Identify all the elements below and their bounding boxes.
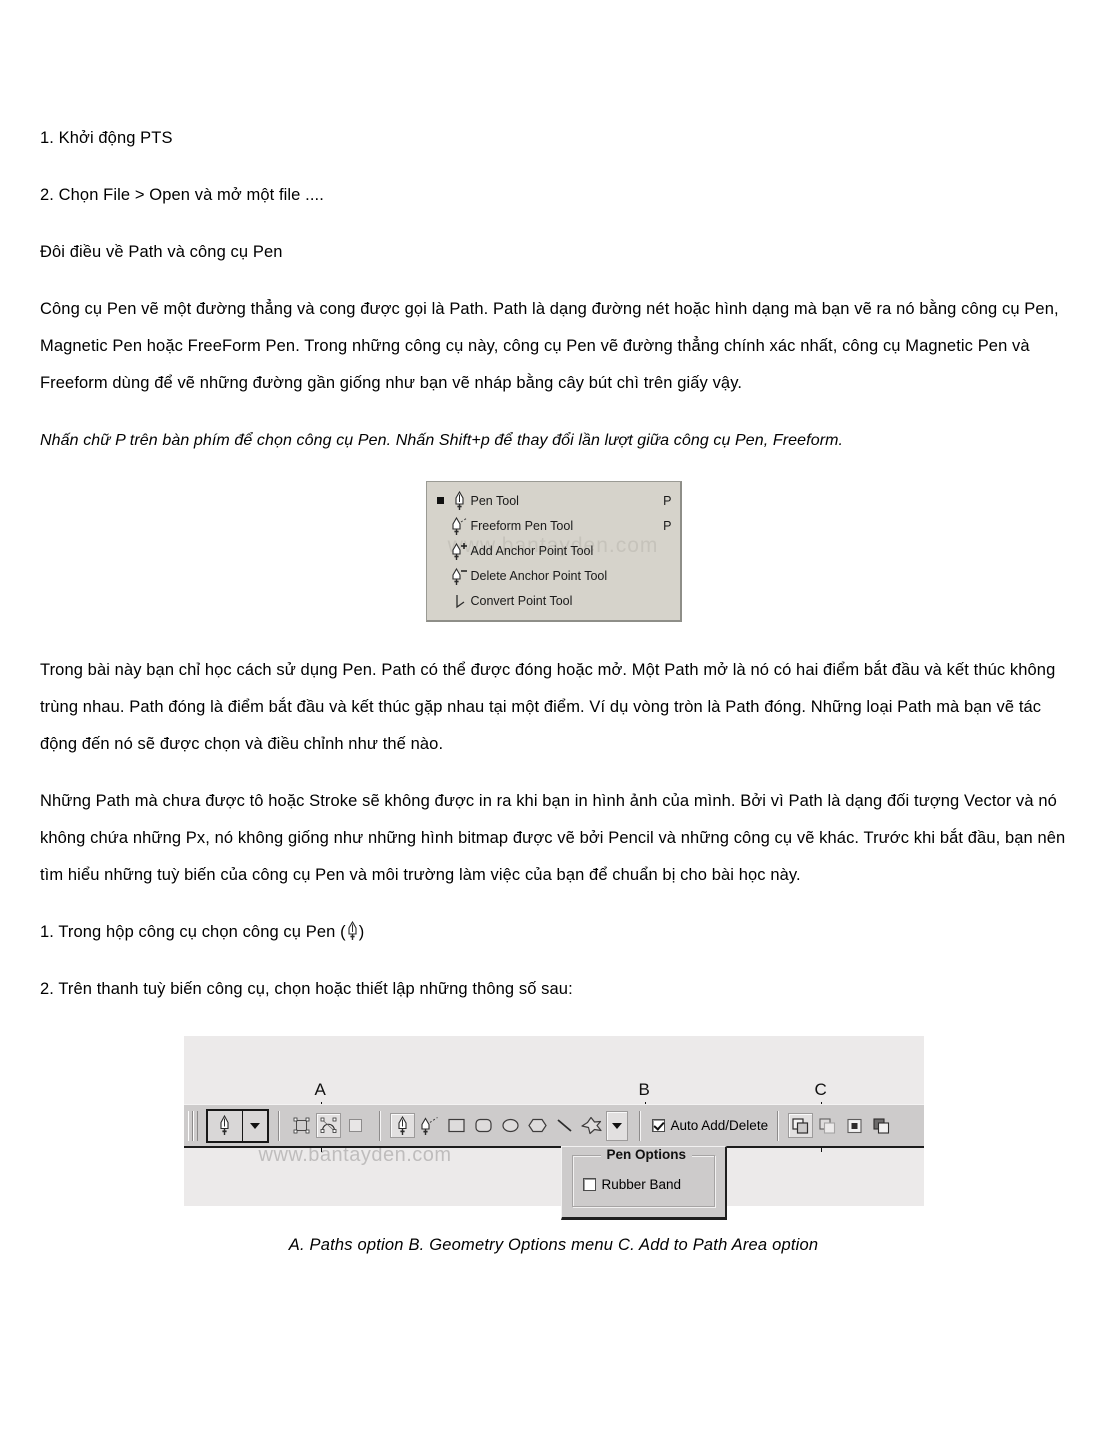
pen-tool-icon: [449, 490, 471, 511]
toolbar-separator: [777, 1110, 780, 1141]
document-page: 1. Khởi động PTS 2. Chọn File > Open và …: [0, 0, 1105, 1430]
step1-text-after: ): [358, 923, 365, 941]
pen-options-title: Pen Options: [600, 1147, 693, 1162]
custom-shape-tool-button[interactable]: [579, 1113, 604, 1138]
menu-item-label: Freeform Pen Tool: [470, 518, 574, 533]
fill-pixels-button[interactable]: [343, 1113, 368, 1138]
add-anchor-point-tool-icon: [449, 541, 471, 561]
toolbar-separator: [378, 1110, 381, 1141]
polygon-tool-button[interactable]: [525, 1113, 550, 1138]
rectangle-tool-button[interactable]: [444, 1113, 469, 1138]
callout-label-c: C: [814, 1080, 827, 1099]
step1-text-before: 1. Trong hộp công cụ chọn công cụ Pen (: [40, 923, 346, 941]
paragraph-8-step1: 1. Trong hộp công cụ chọn công cụ Pen ( …: [40, 914, 1067, 951]
paragraph-2: 2. Chọn File > Open và mở một file ....: [40, 186, 324, 204]
paragraph-4-body: Công cụ Pen vẽ một đường thẳng và cong đ…: [40, 300, 1059, 392]
paragraph-6-body: Trong bài này bạn chỉ học cách sử dụng P…: [40, 661, 1056, 753]
options-bar-figure-canvas: www.bantayden.com A B C Auto Add/Delete …: [183, 1036, 924, 1220]
subtract-from-path-area-button[interactable]: [815, 1113, 840, 1138]
paragraph-3-heading: Đôi điều về Path và công cụ Pen: [40, 243, 283, 261]
freeform-pen-tool-icon: [449, 516, 471, 536]
callout-label-a: A: [314, 1080, 326, 1099]
menu-item-label: Delete Anchor Point Tool: [470, 568, 608, 583]
shape-layers-button[interactable]: [289, 1113, 314, 1138]
toolbar-separator: [277, 1110, 280, 1141]
toolbar-separator: [638, 1110, 641, 1141]
rounded-rectangle-tool-button[interactable]: [471, 1113, 496, 1138]
auto-add-delete-checkbox-row[interactable]: Auto Add/Delete: [651, 1118, 769, 1133]
exclude-overlapping-path-areas-button[interactable]: [869, 1113, 894, 1138]
rubber-band-checkbox[interactable]: [582, 1178, 596, 1191]
menu-item-label: Pen Tool: [470, 493, 519, 508]
menu-item-freeform-pen-tool[interactable]: Freeform Pen Tool P: [427, 513, 680, 538]
paragraph-1: 1. Khởi động PTS: [40, 129, 173, 147]
ellipse-tool-button[interactable]: [498, 1113, 523, 1138]
pen-tool-flyout-figure: www.bantayden.com Pen Tool P Freeform Pe…: [40, 481, 1067, 622]
add-to-path-area-button[interactable]: [788, 1113, 814, 1138]
convert-point-tool-icon: [449, 591, 471, 611]
menu-item-label: Add Anchor Point Tool: [470, 543, 594, 558]
paragraph-7-body: Những Path mà chưa được tô hoặc Stroke s…: [40, 792, 1066, 884]
menu-item-shortcut: P: [663, 518, 672, 533]
tool-preset-chevron-down-icon[interactable]: [243, 1111, 267, 1141]
pen-options-popup[interactable]: Pen Options Rubber Band: [560, 1146, 727, 1220]
menu-item-label: Convert Point Tool: [470, 593, 573, 608]
pen-tool-flyout-menu[interactable]: www.bantayden.com Pen Tool P Freeform Pe…: [425, 481, 682, 622]
callout-label-b: B: [638, 1080, 650, 1099]
menu-item-shortcut: P: [663, 493, 672, 508]
paragraph-5-tip: Nhấn chữ P trên bàn phím để chọn công cụ…: [40, 432, 844, 449]
menu-item-convert-point-tool[interactable]: Convert Point Tool: [427, 588, 680, 613]
auto-add-delete-label: Auto Add/Delete: [670, 1118, 769, 1133]
tool-options-bar: Auto Add/Delete: [183, 1104, 924, 1148]
geometry-options-chevron-down-icon[interactable]: [605, 1110, 628, 1141]
paragraph-9-step2: 2. Trên thanh tuỳ biến công cụ, chọn hoặ…: [40, 980, 573, 998]
pen-tool-button[interactable]: [389, 1113, 415, 1138]
auto-add-delete-checkbox[interactable]: [651, 1119, 665, 1132]
menu-item-pen-tool[interactable]: Pen Tool P: [427, 488, 680, 513]
selected-marker-icon: [433, 497, 449, 504]
toolbar-drag-handle[interactable]: [187, 1110, 198, 1141]
freeform-pen-tool-button[interactable]: [417, 1113, 442, 1138]
delete-anchor-point-tool-icon: [449, 566, 471, 586]
pen-options-group: Pen Options Rubber Band: [571, 1147, 715, 1207]
options-bar-figure: www.bantayden.com A B C Auto Add/Delete …: [40, 1036, 1067, 1220]
menu-item-delete-anchor-point-tool[interactable]: Delete Anchor Point Tool: [427, 563, 680, 588]
paths-button[interactable]: [315, 1113, 341, 1138]
figure-caption: A. Paths option B. Geometry Options menu…: [288, 1236, 819, 1254]
inline-pen-tool-icon: [346, 921, 359, 941]
menu-item-add-anchor-point-tool[interactable]: Add Anchor Point Tool: [427, 538, 680, 563]
rubber-band-row[interactable]: Rubber Band: [582, 1177, 704, 1192]
intersect-path-areas-button[interactable]: [842, 1113, 867, 1138]
current-tool-preset-picker[interactable]: [205, 1108, 269, 1143]
pen-tool-icon: [208, 1110, 243, 1141]
line-tool-button[interactable]: [552, 1113, 577, 1138]
rubber-band-label: Rubber Band: [601, 1177, 682, 1192]
